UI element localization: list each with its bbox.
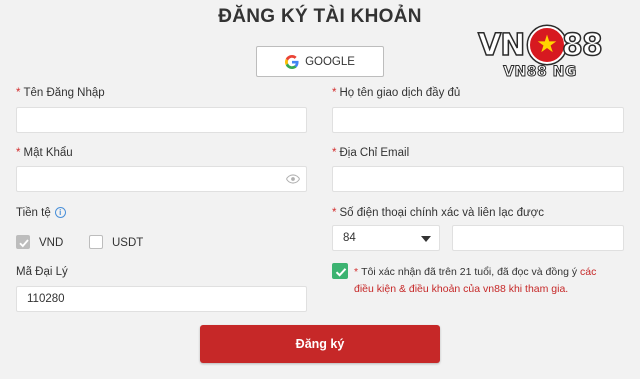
chevron-down-icon xyxy=(421,236,431,242)
username-input[interactable] xyxy=(16,107,307,133)
checkmark-icon xyxy=(19,239,29,248)
country-code-value: 84 xyxy=(343,232,356,244)
email-label-text: Địa Chỉ Email xyxy=(339,147,410,159)
agent-code-input[interactable]: 110280 xyxy=(16,286,307,312)
logo-subtitle: VN88 NG xyxy=(503,64,577,81)
usdt-checkbox[interactable] xyxy=(89,235,103,249)
logo-text-right: 88 xyxy=(561,27,603,64)
checkmark-icon xyxy=(335,268,347,277)
agreement-text: * Tôi xác nhận đã trên 21 tuổi, đã đọc và… xyxy=(354,264,604,297)
currency-label-text: Tiền tệ xyxy=(16,207,51,219)
fullname-label-text: Họ tên giao dịch đầy đủ xyxy=(339,87,461,99)
page-title: ĐĂNG KÝ TÀI KHOẢN xyxy=(218,6,422,27)
agree-checkbox[interactable] xyxy=(332,263,348,279)
agreement-statement: Tôi xác nhận đã trên 21 tuổi, đã đọc và … xyxy=(361,266,578,278)
phone-input[interactable] xyxy=(452,225,624,251)
eye-icon[interactable] xyxy=(286,173,300,185)
fullname-input[interactable] xyxy=(332,107,624,133)
agent-code-label: Mã Đại Lý xyxy=(16,266,68,278)
required-mark: * xyxy=(354,266,359,278)
required-mark: * xyxy=(16,147,21,159)
vnd-checkbox[interactable] xyxy=(16,235,30,249)
usdt-label: USDT xyxy=(112,237,144,249)
required-mark: * xyxy=(332,87,337,99)
register-button[interactable]: Đăng ký xyxy=(200,325,440,363)
password-input[interactable] xyxy=(16,166,307,192)
password-label: * Mật Khẩu xyxy=(16,147,73,159)
logo-text-left: VN xyxy=(477,27,526,64)
username-label: * Tên Đăng Nhập xyxy=(16,87,105,99)
vn88-logo: VN ★ 88 VN88 NG xyxy=(477,26,604,82)
username-label-text: Tên Đăng Nhập xyxy=(23,87,105,99)
phone-label-text: Số điện thoại chính xác và liên lạc được xyxy=(339,207,544,219)
required-mark: * xyxy=(16,87,21,99)
required-mark: * xyxy=(332,147,337,159)
email-label: * Địa Chỉ Email xyxy=(332,147,409,159)
fullname-label: * Họ tên giao dịch đầy đủ xyxy=(332,87,460,99)
phone-label: * Số điện thoại chính xác và liên lạc đượ… xyxy=(332,207,544,219)
email-input[interactable] xyxy=(332,166,624,192)
google-button-label: GOOGLE xyxy=(305,55,355,68)
country-code-select[interactable]: 84 xyxy=(332,225,440,251)
star-icon: ★ xyxy=(528,26,566,64)
currency-label: Tiền tệ i xyxy=(16,207,66,219)
required-mark: * xyxy=(332,207,337,219)
register-button-label: Đăng ký xyxy=(295,337,345,351)
google-signup-button[interactable]: GOOGLE xyxy=(256,46,384,77)
vnd-label: VND xyxy=(39,237,64,249)
password-label-text: Mật Khẩu xyxy=(23,147,73,159)
google-icon xyxy=(285,54,299,69)
info-icon[interactable]: i xyxy=(54,207,66,218)
